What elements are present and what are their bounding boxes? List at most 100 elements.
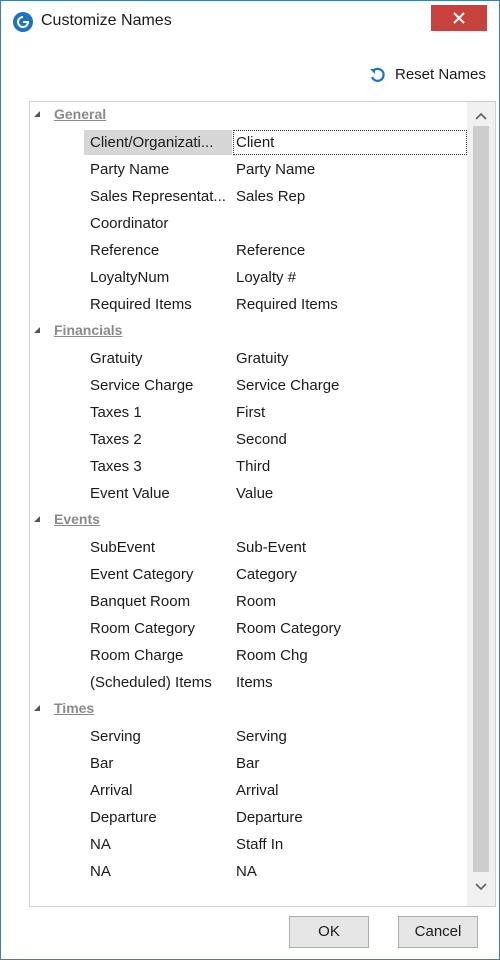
name-row[interactable]: Coordinator [30, 210, 466, 237]
group-header-times[interactable]: Times [30, 696, 466, 723]
custom-name-value[interactable]: Room [236, 593, 276, 610]
field-name: Party Name [90, 161, 170, 178]
name-row[interactable]: Event Category Category [30, 561, 466, 588]
field-name: Room Category [90, 620, 196, 637]
custom-name-value[interactable]: Items [236, 674, 273, 691]
name-row[interactable]: (Scheduled) Items Items [30, 669, 466, 696]
field-name: LoyaltyNum [90, 269, 170, 286]
field-name: Bar [90, 755, 114, 772]
group-label: Financials [54, 322, 123, 338]
field-name: Coordinator [90, 215, 169, 232]
custom-name-value[interactable]: Room Chg [236, 647, 308, 664]
name-row[interactable]: Required Items Required Items [30, 291, 466, 318]
custom-name-value[interactable]: NA [236, 863, 257, 880]
custom-name-value[interactable]: Room Category [236, 620, 341, 637]
custom-name-value[interactable]: Reference [236, 242, 305, 259]
custom-name-value[interactable]: Loyalty # [236, 269, 296, 286]
name-row[interactable]: Room Charge Room Chg [30, 642, 466, 669]
custom-name-value[interactable]: Third [236, 458, 270, 475]
custom-name-value[interactable]: Party Name [236, 161, 315, 178]
group-label: General [54, 106, 107, 122]
custom-name-value[interactable]: Second [236, 431, 287, 448]
name-row[interactable]: Departure Departure [30, 804, 466, 831]
field-name: Client/Organizati... [90, 134, 214, 151]
field-name: Room Charge [90, 647, 184, 664]
custom-name-value[interactable]: Serving [236, 728, 287, 745]
name-row[interactable]: NA Staff In [30, 831, 466, 858]
field-name: NA [90, 836, 111, 853]
custom-name-value[interactable]: Required Items [236, 296, 338, 313]
field-name: (Scheduled) Items [90, 674, 212, 691]
field-name: Taxes 1 [90, 404, 142, 421]
name-row[interactable]: Gratuity Gratuity [30, 345, 466, 372]
cancel-button[interactable]: Cancel [398, 916, 478, 948]
name-row[interactable]: Sales Representat... Sales Rep [30, 183, 466, 210]
field-name: Gratuity [90, 350, 143, 367]
field-name: Taxes 2 [90, 431, 142, 448]
customize-names-dialog: Customize Names Reset Names General Clien… [0, 0, 500, 960]
group-label: Times [54, 700, 95, 716]
custom-name-value[interactable]: Client [236, 134, 274, 151]
name-row[interactable]: NA NA [30, 858, 466, 885]
custom-name-value[interactable]: Gratuity [236, 350, 289, 367]
field-name: Sales Representat... [90, 188, 226, 205]
field-name: SubEvent [90, 539, 156, 556]
custom-name-value[interactable]: First [236, 404, 265, 421]
custom-name-value[interactable]: Sales Rep [236, 188, 305, 205]
names-tree: General Client/Organizati... Client Party N… [29, 101, 496, 907]
close-button[interactable] [431, 5, 487, 31]
group-label: Events [54, 511, 100, 527]
field-name: Required Items [90, 296, 192, 313]
custom-name-value[interactable]: Category [236, 566, 297, 583]
custom-name-value[interactable]: Bar [236, 755, 259, 772]
close-icon [453, 12, 465, 24]
reset-names-label: Reset Names [395, 66, 486, 83]
name-row[interactable]: Banquet Room Room [30, 588, 466, 615]
vertical-scrollbar[interactable] [467, 102, 495, 906]
scroll-down-icon[interactable] [475, 883, 487, 891]
name-row[interactable]: Taxes 2 Second [30, 426, 466, 453]
refresh-icon [370, 67, 385, 82]
name-row[interactable]: Client/Organizati... Client [30, 129, 467, 156]
scroll-up-icon[interactable] [475, 112, 487, 120]
name-row[interactable]: SubEvent Sub-Event [30, 534, 466, 561]
title-bar: Customize Names [1, 1, 499, 41]
group-header-events[interactable]: Events [30, 507, 466, 534]
name-row[interactable]: Taxes 3 Third [30, 453, 466, 480]
field-name: Serving [90, 728, 141, 745]
ok-button[interactable]: OK [289, 916, 369, 948]
name-row[interactable]: LoyaltyNum Loyalty # [30, 264, 466, 291]
name-row[interactable]: Room Category Room Category [30, 615, 466, 642]
field-name: NA [90, 863, 111, 880]
field-name: Event Value [90, 485, 170, 502]
name-row[interactable]: Bar Bar [30, 750, 466, 777]
field-name: Service Charge [90, 377, 194, 394]
custom-name-value[interactable]: Value [236, 485, 273, 502]
scrollbar-thumb[interactable] [473, 126, 489, 872]
name-row[interactable]: Arrival Arrival [30, 777, 466, 804]
group-header-general[interactable]: General [30, 102, 466, 129]
custom-name-value[interactable]: Service Charge [236, 377, 339, 394]
reset-names-button[interactable]: Reset Names [369, 63, 495, 87]
expand-toggle-icon[interactable] [34, 327, 40, 333]
expand-toggle-icon[interactable] [34, 111, 40, 117]
name-row[interactable]: Service Charge Service Charge [30, 372, 466, 399]
expand-toggle-icon[interactable] [34, 516, 40, 522]
window-title: Customize Names [41, 12, 172, 29]
name-row[interactable]: Party Name Party Name [30, 156, 466, 183]
custom-name-value[interactable]: Departure [236, 809, 303, 826]
group-header-financials[interactable]: Financials [30, 318, 466, 345]
tree-rows: General Client/Organizati... Client Party N… [30, 102, 467, 885]
custom-name-value[interactable]: Arrival [236, 782, 279, 799]
field-name: Departure [90, 809, 157, 826]
name-row[interactable]: Serving Serving [30, 723, 466, 750]
name-row[interactable]: Reference Reference [30, 237, 466, 264]
field-name: Arrival [90, 782, 133, 799]
app-logo-icon [13, 12, 33, 32]
name-row[interactable]: Event Value Value [30, 480, 466, 507]
name-row[interactable]: Taxes 1 First [30, 399, 466, 426]
custom-name-value[interactable]: Sub-Event [236, 539, 306, 556]
expand-toggle-icon[interactable] [34, 705, 40, 711]
field-name: Taxes 3 [90, 458, 142, 475]
custom-name-value[interactable]: Staff In [236, 836, 283, 853]
